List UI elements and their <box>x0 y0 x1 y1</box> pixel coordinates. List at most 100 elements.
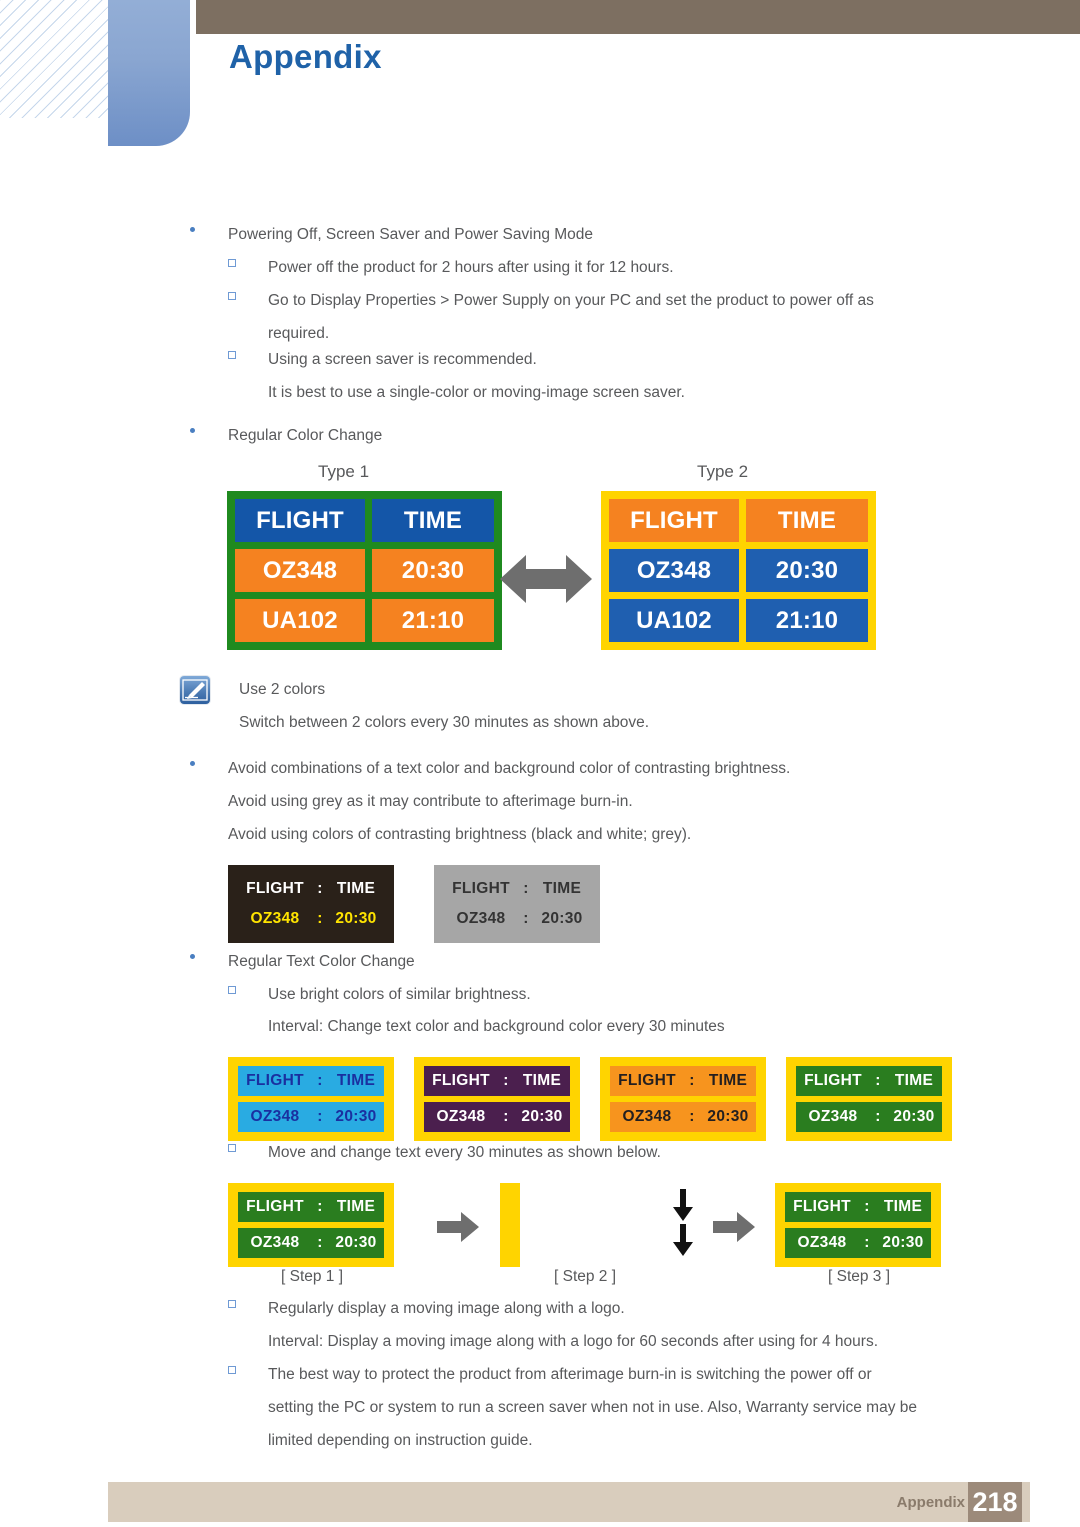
note-text: Switch between 2 colors every 30 minutes… <box>239 714 650 731</box>
panel-separator: : <box>503 1072 509 1089</box>
board-cell-code: OZ348 <box>235 549 365 592</box>
panel-separator: : <box>689 1072 695 1089</box>
step1-caption: [ Step 1 ] <box>281 1268 344 1285</box>
list-item: The best way to protect the product from… <box>228 1358 1018 1457</box>
down-arrow-icon <box>672 1224 694 1261</box>
panel-header-line: FLIGHT : TIME <box>785 1192 931 1222</box>
panel-time-label: TIME <box>883 1198 923 1215</box>
panel-separator: : <box>317 1234 323 1251</box>
bullet-dot-icon <box>190 227 195 232</box>
board-cell-time-header: TIME <box>372 499 494 542</box>
list-item-label: The best way to protect the product from… <box>268 1366 917 1449</box>
panel-data-line: OZ348 : 20:30 <box>785 1228 931 1258</box>
panel-header-line: FLIGHT : TIME <box>238 1192 384 1222</box>
panel-code-value: OZ348 <box>436 1108 486 1125</box>
bullet-square-icon <box>228 292 236 300</box>
panel-separator: : <box>317 1108 323 1125</box>
panel-separator: : <box>875 1072 881 1089</box>
bullet-dot-icon <box>190 954 195 959</box>
board-cell-time: 20:30 <box>746 549 868 592</box>
panel-separator: : <box>317 1072 323 1089</box>
panel-separator: : <box>864 1234 870 1251</box>
panel-flight-label: FLIGHT <box>246 880 304 897</box>
panel-separator: : <box>317 880 323 897</box>
panel-flight-label: FLIGHT <box>246 1072 304 1089</box>
panel-time-value: 20:30 <box>707 1108 749 1125</box>
panel-time-label: TIME <box>336 1198 376 1215</box>
panel-header-line: FLIGHT : TIME <box>610 1066 756 1096</box>
type2-label: Type 2 <box>697 462 749 481</box>
footer-section-label: Appendix <box>896 1494 965 1511</box>
panel-separator: : <box>523 910 529 927</box>
panel-code-value: OZ348 <box>797 1234 847 1251</box>
panel-code-value: OZ348 <box>250 910 300 927</box>
panel-time-value: 20:30 <box>521 1108 563 1125</box>
list-item-label: Avoid combinations of a text color and b… <box>228 760 791 777</box>
board-cell-flight-header: FLIGHT <box>235 499 365 542</box>
panel-time-value: 20:30 <box>882 1234 924 1251</box>
panel-header-line: FLIGHT : TIME <box>444 874 590 904</box>
header-hatch-decoration <box>0 0 112 118</box>
right-arrow-icon <box>713 1212 755 1247</box>
panel-flight-label: FLIGHT <box>246 1198 304 1215</box>
panel-data-line: OZ348 : 20:30 <box>796 1102 942 1132</box>
step2-caption: [ Step 2 ] <box>554 1268 617 1285</box>
board-row: OZ348 20:30 <box>235 549 494 592</box>
panel-separator: : <box>864 1198 870 1215</box>
step1-panel: FLIGHT : TIME OZ348 : 20:30 <box>228 1183 394 1267</box>
panel-time-label: TIME <box>336 1072 376 1089</box>
panel-separator: : <box>875 1108 881 1125</box>
board-row: UA102 21:10 <box>235 599 494 642</box>
panel-time-label: TIME <box>336 880 376 897</box>
panel-flight-label: FLIGHT <box>804 1072 862 1089</box>
footer-bar <box>108 1482 1030 1522</box>
board-row-header: FLIGHT TIME <box>609 499 868 542</box>
down-arrow-icon <box>672 1189 694 1226</box>
flight-board-type1: FLIGHT TIME OZ348 20:30 UA102 21:10 <box>227 491 502 650</box>
color-panel-cyan: FLIGHT : TIME OZ348 : 20:30 <box>228 1057 394 1141</box>
body-text: Avoid using colors of contrasting bright… <box>228 826 692 843</box>
footer-page-number: 218 <box>968 1482 1022 1522</box>
panel-header-line: FLIGHT : TIME <box>238 1066 384 1096</box>
board-cell-time-header: TIME <box>746 499 868 542</box>
list-item: Regular Color Change <box>190 419 1020 452</box>
color-panel-orange: FLIGHT : TIME OZ348 : 20:30 <box>600 1057 766 1141</box>
color-panel-green: FLIGHT : TIME OZ348 : 20:30 <box>786 1057 952 1141</box>
list-item-label: Regular Text Color Change <box>228 953 415 970</box>
board-cell-code: UA102 <box>235 599 365 642</box>
panel-data-line: OZ348 : 20:30 <box>424 1102 570 1132</box>
page-title: Appendix <box>229 38 382 75</box>
panel-data-line: OZ348 : 20:30 <box>238 1228 384 1258</box>
bullet-dot-icon <box>190 761 195 766</box>
panel-data-line: OZ348 : 20:30 <box>238 904 384 934</box>
list-item: Go to Display Properties > Power Supply … <box>228 284 1018 350</box>
board-row: OZ348 20:30 <box>609 549 868 592</box>
board-cell-flight-header: FLIGHT <box>609 499 739 542</box>
sub-note-text: It is best to use a single-color or movi… <box>268 384 685 401</box>
list-item-label: Using a screen saver is recommended. <box>268 351 537 368</box>
list-item-label: Go to Display Properties > Power Supply … <box>268 292 874 342</box>
panel-time-value: 20:30 <box>335 1108 377 1125</box>
panel-time-value: 20:30 <box>335 1234 377 1251</box>
board-cell-time: 21:10 <box>746 599 868 642</box>
right-arrow-icon <box>437 1212 479 1247</box>
note-pen-icon <box>180 676 210 704</box>
panel-header-line: FLIGHT : TIME <box>424 1066 570 1096</box>
bullet-dot-icon <box>190 428 195 433</box>
color-panel-purple: FLIGHT : TIME OZ348 : 20:30 <box>414 1057 580 1141</box>
panel-code-value: OZ348 <box>250 1108 300 1125</box>
board-cell-code: UA102 <box>609 599 739 642</box>
list-item: Powering Off, Screen Saver and Power Sav… <box>190 218 1020 251</box>
list-item: Regularly display a moving image along w… <box>228 1292 1018 1325</box>
bullet-square-icon <box>228 986 236 994</box>
panel-data-line: OZ348 : 20:30 <box>238 1102 384 1132</box>
body-text: Avoid using grey as it may contribute to… <box>228 793 633 810</box>
list-item: Regular Text Color Change <box>190 945 1020 978</box>
panel-time-label: TIME <box>894 1072 934 1089</box>
list-item: Move and change text every 30 minutes as… <box>228 1136 1018 1169</box>
panel-code-value: OZ348 <box>622 1108 672 1125</box>
list-item-label: Regular Color Change <box>228 427 383 444</box>
panel-header-line: FLIGHT : TIME <box>238 874 384 904</box>
panel-flight-label: FLIGHT <box>618 1072 676 1089</box>
panel-time-label: TIME <box>522 1072 562 1089</box>
